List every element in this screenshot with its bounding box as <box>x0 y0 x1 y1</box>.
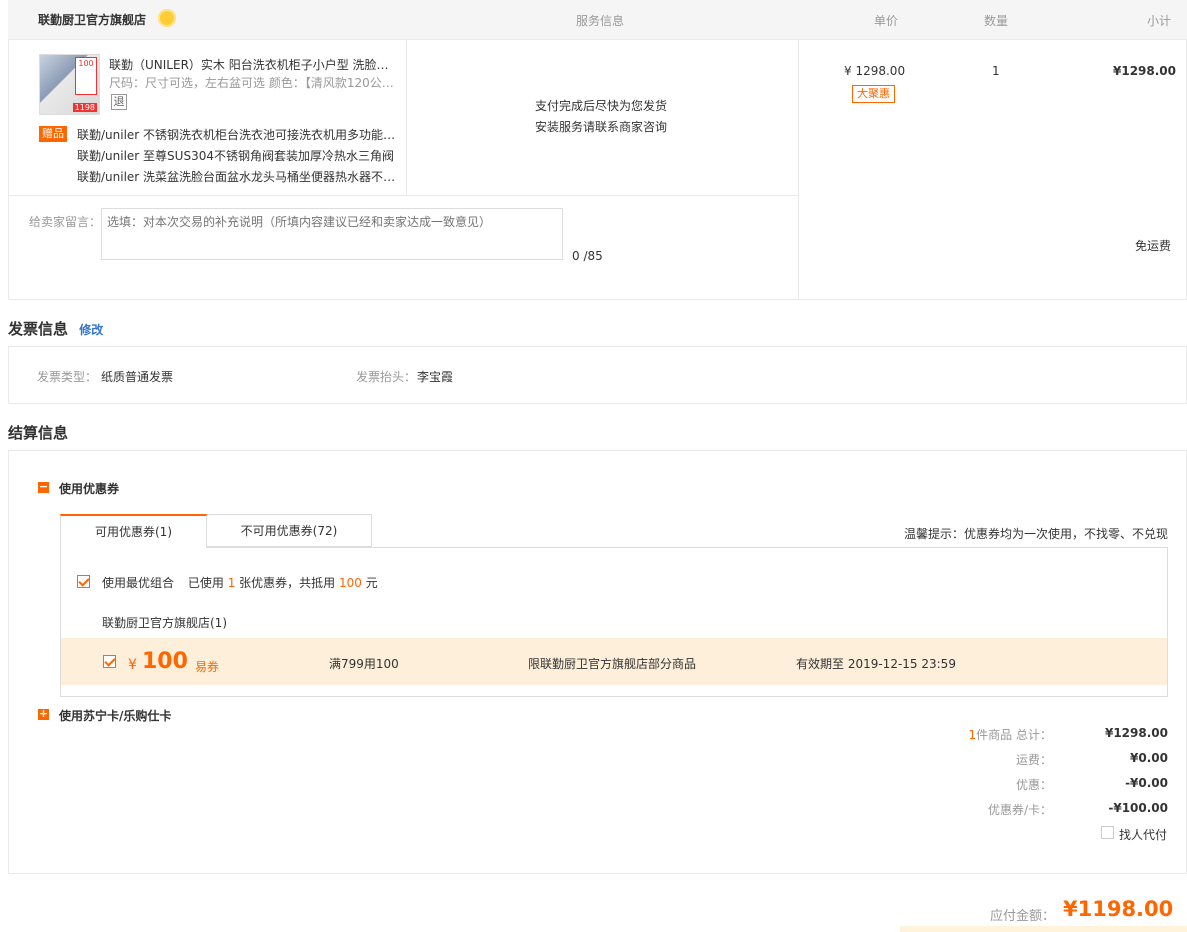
discount-label: 优惠： <box>1015 778 1052 792</box>
used-mid: 张优惠券，共抵用 <box>239 576 336 590</box>
gift-item[interactable]: 联勤/uniler 至尊SUS304不锈钢角阀套装加厚冷热水三角阀 <box>77 147 397 164</box>
coupon-store-name: 联勤厨卫官方旗舰店(1) <box>102 616 227 630</box>
return-badge: 退 <box>111 94 127 110</box>
gift-item[interactable]: 联勤/uniler 洗菜盆洗脸台面盆水龙头马桶坐便器热水器不锈钢软管 <box>77 168 397 185</box>
coupon-currency: ¥ <box>128 657 137 673</box>
invoice-section-title: 发票信息 修改 <box>8 318 103 339</box>
settlement-section-title: 结算信息 <box>8 424 69 442</box>
divider <box>798 40 799 300</box>
best-combo-checkbox[interactable] <box>77 575 90 588</box>
summary-count-row: 1件商品 总计： <box>902 726 1052 743</box>
service-line: 安装服务请联系商家咨询 <box>535 120 668 134</box>
thumbnail-price-icon: 1198 <box>72 103 97 112</box>
total-value: ¥1298.00 <box>1104 726 1168 740</box>
unit-price: ¥ 1298.00 <box>844 64 906 78</box>
thumbnail-tag-icon: 100 <box>75 57 97 95</box>
gift-item[interactable]: 联勤/uniler 不锈钢洗衣机柜台洗衣池可接洗衣机用多功能龙头 <box>77 126 397 143</box>
invoice-title-text: 发票信息 <box>8 320 69 338</box>
proxy-pay-label[interactable]: 找人代付 <box>1119 826 1167 843</box>
tab-available-coupons[interactable]: 可用优惠券(1) <box>60 514 207 548</box>
col-service-header: 服务信息 <box>576 14 625 28</box>
payable-amount: ¥1198.00 <box>1063 897 1174 921</box>
message-char-count: 0 /85 <box>572 249 603 263</box>
expand-icon[interactable]: + <box>38 708 49 720</box>
coupon-checkbox[interactable] <box>103 655 116 668</box>
tab-unavailable-coupons[interactable]: 不可用优惠券(72) <box>206 514 372 547</box>
used-suffix: 元 <box>365 576 378 590</box>
discount-value: -¥0.00 <box>1125 776 1168 790</box>
coupon-card-value: -¥100.00 <box>1108 801 1168 815</box>
coupon-validity: 有效期至 2019-12-15 23:59 <box>796 657 956 671</box>
product-block: 100 1198 联勤（UNILER）实木 阳台洗衣机柜子小户型 洗脸盆柜组合 … <box>8 40 1187 300</box>
coupon-card-label: 优惠券/卡： <box>987 803 1052 817</box>
subtotal: ¥1298.00 <box>1113 64 1177 78</box>
used-count: 1 <box>227 576 236 590</box>
invoice-title-value: 李宝霞 <box>417 370 454 384</box>
quantity: 1 <box>992 64 1000 78</box>
store-name[interactable]: 联勤厨卫官方旗舰店 <box>38 11 146 28</box>
divider <box>406 40 407 195</box>
product-spec: 尺码：尺寸可选，左右盆可选 颜色：【清风款120公分】 <box>109 76 399 90</box>
coupon-tip: 温馨提示：优惠券均为一次使用，不找零、不兑现 <box>904 527 1169 541</box>
proxy-pay-checkbox[interactable] <box>1101 826 1114 839</box>
payable-label: 应付金额： <box>990 909 1056 924</box>
best-combo-label[interactable]: 使用最优组合 <box>102 576 174 590</box>
order-header-row: 联勤厨卫官方旗舰店 服务信息 单价 数量 小计 <box>8 0 1187 40</box>
invoice-edit-link[interactable]: 修改 <box>79 323 103 337</box>
product-thumbnail[interactable]: 100 1198 <box>39 54 100 115</box>
invoice-title-label: 发票抬头： <box>356 370 417 384</box>
col-price-header: 单价 <box>874 14 899 28</box>
coupon-type: 易券 <box>195 660 220 674</box>
gift-badge: 赠品 <box>39 126 67 142</box>
submit-bar-edge <box>900 926 1187 932</box>
freight-value: ¥0.00 <box>1130 751 1168 765</box>
service-info: 支付完成后尽快为您发货 安装服务请联系商家咨询 <box>535 96 795 138</box>
card-toggle-label[interactable]: 使用苏宁卡/乐购仕卡 <box>59 707 171 724</box>
promo-badge: 大聚惠 <box>852 85 895 103</box>
used-prefix: 已使用 <box>187 576 224 590</box>
message-label: 给卖家留言： <box>29 215 102 229</box>
invoice-box: 发票类型： 纸质普通发票 发票抬头： 李宝霞 <box>8 346 1187 404</box>
divider <box>9 195 799 196</box>
col-subtotal-header: 小计 <box>1147 14 1172 28</box>
freight-label: 运费： <box>1015 753 1052 767</box>
shipping-info: 免运费 <box>1135 239 1172 253</box>
coupon-amount: 100 <box>142 649 188 674</box>
collapse-icon[interactable]: − <box>38 481 49 493</box>
service-line: 支付完成后尽快为您发货 <box>535 99 668 113</box>
product-title[interactable]: 联勤（UNILER）实木 阳台洗衣机柜子小户型 洗脸盆柜组合 <box>109 56 399 73</box>
seller-message-input[interactable] <box>101 208 563 260</box>
best-combo-row: 使用最优组合 已使用 1 张优惠券，共抵用 100 元 <box>102 574 378 591</box>
coupon-toggle-label[interactable]: 使用优惠券 <box>59 480 119 497</box>
store-badge-icon <box>158 9 176 27</box>
used-amount: 100 <box>339 576 362 590</box>
total-label: 件商品 总计： <box>976 728 1052 742</box>
invoice-type-label: 发票类型： <box>37 370 98 384</box>
invoice-type-value: 纸质普通发票 <box>101 370 174 384</box>
coupon-rule: 满799用100 <box>329 657 399 671</box>
coupon-scope: 限联勤厨卫官方旗舰店部分商品 <box>528 657 697 671</box>
col-qty-header: 数量 <box>984 14 1009 28</box>
